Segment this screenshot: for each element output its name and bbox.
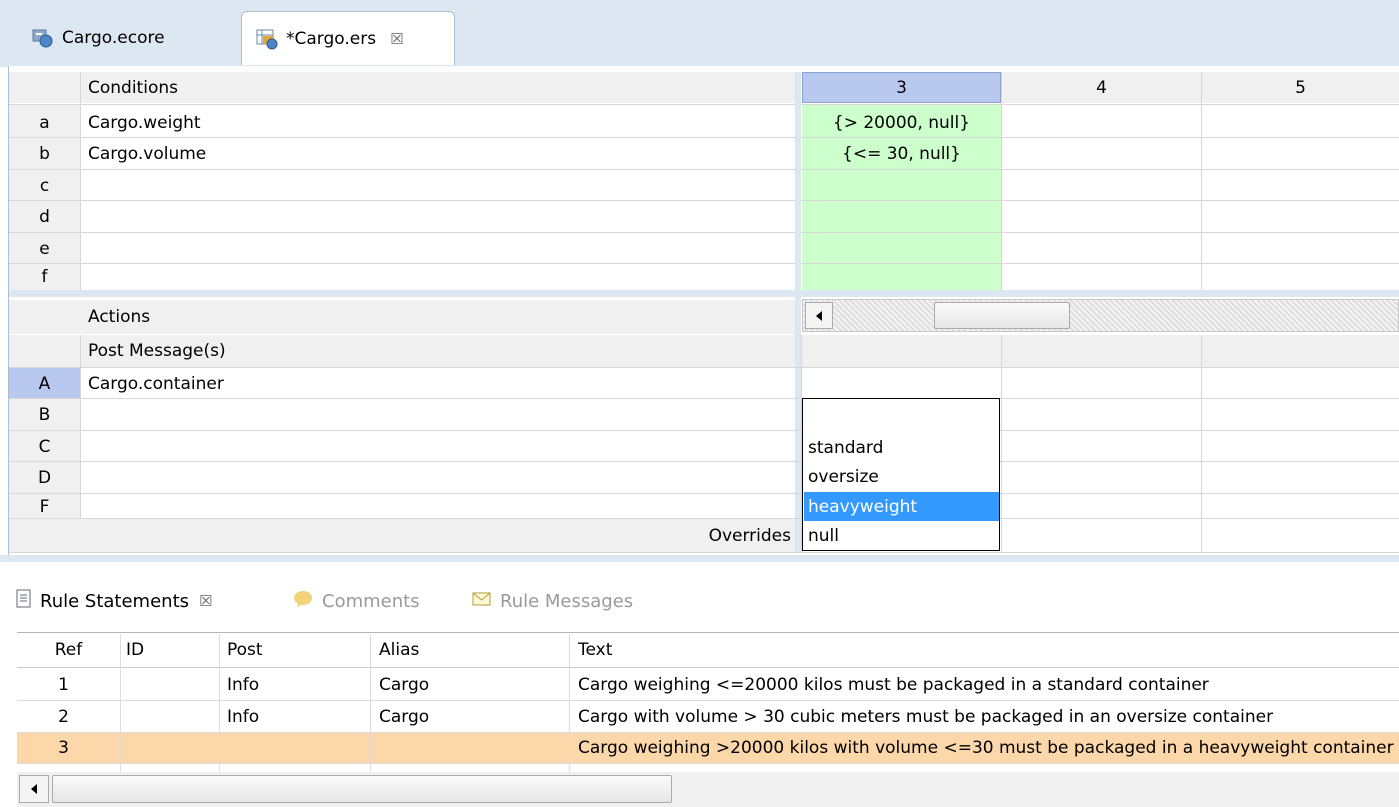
post-messages-label: Post Message(s) — [88, 341, 226, 361]
scroll-left-arrow-icon[interactable] — [19, 775, 49, 803]
tab-label: Rule Messages — [500, 590, 634, 612]
condition-cell-rule-3[interactable]: {> 20000, null} — [802, 107, 1001, 138]
tab-cargo-ecore[interactable]: Cargo.ecore — [18, 11, 238, 65]
condition-expression[interactable] — [88, 170, 788, 201]
condition-row-id: d — [39, 206, 50, 227]
comment-bubble-icon — [292, 589, 314, 614]
dropdown-option-heavyweight[interactable]: heavyweight — [804, 492, 999, 521]
table-cell-text[interactable]: Cargo weighing >20000 kilos with volume … — [578, 733, 1399, 763]
condition-expression[interactable] — [88, 233, 788, 264]
scroll-left-arrow-icon[interactable] — [805, 302, 833, 329]
condition-row-id: f — [41, 267, 48, 287]
condition-row-id: c — [39, 175, 50, 196]
tab-cargo-ers[interactable]: *Cargo.ers ☒ — [241, 11, 455, 65]
close-icon[interactable]: ☒ — [390, 30, 403, 48]
post-message-cell-rule-5[interactable] — [1202, 335, 1399, 367]
tab-label: Comments — [322, 590, 420, 612]
tab-label: Cargo.ecore — [62, 28, 165, 48]
table-cell-text[interactable]: Cargo weighing <=20000 kilos must be pac… — [578, 670, 1399, 700]
rule-column-header-4[interactable]: 4 — [1002, 72, 1201, 103]
conditions-title: Conditions — [88, 77, 178, 98]
overrides-label: Overrides — [9, 519, 795, 552]
action-row-id: B — [38, 404, 51, 425]
column-header-text[interactable]: Text — [578, 634, 1398, 666]
rule-column-header-5[interactable]: 5 — [1202, 72, 1399, 103]
rule-column-header-3[interactable]: 3 — [802, 72, 1001, 103]
table-cell-text[interactable]: Cargo with volume > 30 cubic meters must… — [578, 701, 1399, 732]
condition-row-id: a — [39, 112, 50, 133]
tab-rule-statements[interactable]: Rule Statements ☒ — [16, 583, 284, 619]
action-expression[interactable] — [88, 494, 788, 518]
table-cell-ref[interactable]: 2 — [17, 701, 110, 732]
action-expression[interactable] — [88, 462, 788, 493]
dropdown-option-null[interactable]: null — [808, 522, 998, 550]
table-cell-post[interactable]: Info — [227, 701, 362, 732]
column-header-alias[interactable]: Alias — [379, 634, 559, 666]
table-cell-alias[interactable]: Cargo — [379, 701, 559, 732]
action-row-id: F — [39, 497, 50, 517]
document-icon — [16, 589, 32, 614]
table-cell-id[interactable] — [126, 733, 216, 763]
actions-title: Actions — [88, 307, 151, 327]
action-expression[interactable] — [88, 431, 788, 462]
table-cell-post[interactable]: Info — [227, 670, 362, 700]
scrollbar-thumb[interactable] — [934, 302, 1070, 329]
envelope-icon — [472, 591, 492, 612]
tab-comments[interactable]: Comments — [292, 583, 462, 619]
ruleflow-editor-icon — [256, 28, 278, 50]
condition-cell-rule-3[interactable]: {<= 30, null} — [802, 138, 1001, 169]
ecore-model-icon — [32, 27, 54, 49]
table-cell-alias[interactable] — [379, 733, 559, 763]
table-cell-alias[interactable]: Cargo — [379, 670, 559, 700]
condition-row-id: e — [39, 238, 50, 259]
column-header-id[interactable]: ID — [126, 634, 216, 666]
column-header-post[interactable]: Post — [227, 634, 362, 666]
table-cell-id[interactable] — [126, 701, 216, 732]
scrollbar-thumb[interactable] — [52, 775, 672, 803]
table-cell-ref[interactable]: 3 — [17, 733, 110, 763]
dropdown-option-standard[interactable]: standard — [808, 433, 998, 462]
action-row-id: D — [37, 467, 52, 488]
post-message-cell-rule-3[interactable] — [802, 335, 1001, 367]
section-splitter[interactable] — [9, 290, 1399, 297]
tab-label: Rule Statements — [40, 590, 190, 612]
tab-rule-messages[interactable]: Rule Messages — [472, 583, 682, 619]
condition-expression[interactable]: Cargo.volume — [88, 138, 788, 169]
table-cell-ref[interactable]: 1 — [17, 670, 110, 700]
condition-row-id: b — [39, 143, 50, 164]
table-cell-post[interactable] — [227, 733, 362, 763]
column-header-ref[interactable]: Ref — [17, 634, 120, 666]
rule-columns-scrollbar[interactable] — [802, 299, 1399, 332]
action-expression[interactable] — [88, 399, 788, 430]
table-cell-id[interactable] — [126, 670, 216, 700]
action-expression[interactable]: Cargo.container — [88, 368, 788, 399]
close-icon[interactable]: ☒ — [199, 592, 212, 610]
action-row-id: C — [38, 436, 51, 457]
condition-expression[interactable] — [88, 264, 788, 290]
action-row-id: A — [38, 373, 51, 394]
condition-expression[interactable] — [88, 201, 788, 232]
dropdown-option-oversize[interactable]: oversize — [808, 462, 998, 492]
post-message-cell-rule-4[interactable] — [1002, 335, 1201, 367]
condition-expression[interactable]: Cargo.weight — [88, 107, 788, 138]
tab-label: *Cargo.ers — [286, 28, 377, 49]
